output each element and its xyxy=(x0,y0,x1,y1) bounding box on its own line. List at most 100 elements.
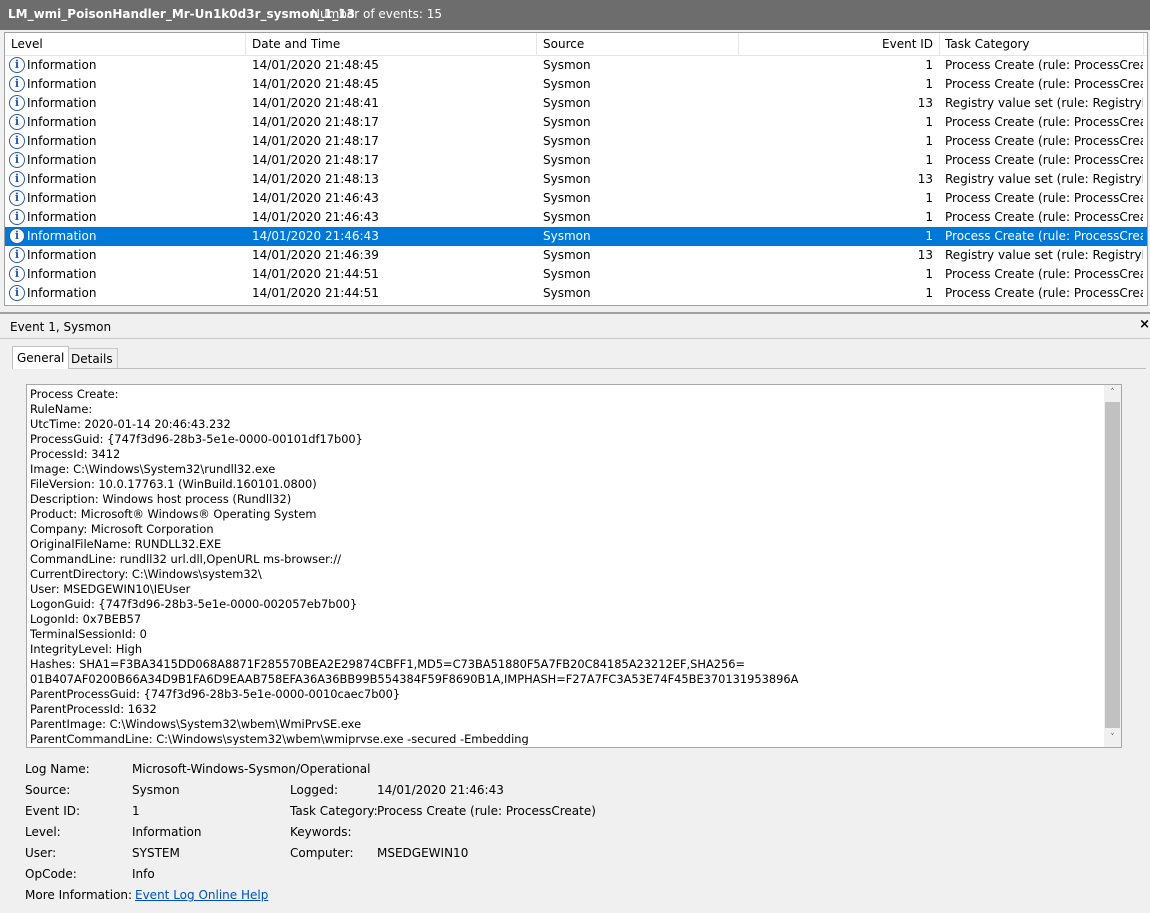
row-event-id: 1 xyxy=(925,210,933,224)
row-level: Information xyxy=(27,172,97,186)
keywords-label: Keywords: xyxy=(290,825,352,839)
level-label: Level: xyxy=(25,825,61,839)
row-source: Sysmon xyxy=(543,191,591,205)
logged-value: 14/01/2020 21:46:43 xyxy=(377,783,504,797)
row-date-time: 14/01/2020 21:46:43 xyxy=(252,229,379,243)
table-row[interactable]: i Information 14/01/2020 21:46:39 Sysmon 13 R… xyxy=(5,246,1147,265)
event-id-value: 1 xyxy=(132,804,140,818)
table-row[interactable]: i Information 14/01/2020 21:48:45 Sysmon 1 Pr… xyxy=(5,56,1147,75)
log-title-bar: LM_wmi_PoisonHandler_Mr-Un1k0d3r_sysmon_… xyxy=(0,0,1150,30)
row-event-id: 13 xyxy=(917,172,933,186)
row-level: Information xyxy=(27,58,97,72)
table-row[interactable]: i Information 14/01/2020 21:46:43 Sysmon 1 Pr… xyxy=(5,189,1147,208)
row-event-id: 1 xyxy=(925,115,933,129)
row-task-category: Process Create (rule: ProcessCreate) xyxy=(945,58,1143,72)
tab-general[interactable]: General xyxy=(12,346,70,369)
table-row[interactable]: i Information 14/01/2020 21:48:45 Sysmon 1 Pr… xyxy=(5,75,1147,94)
column-header-event-id[interactable]: Event ID xyxy=(741,37,933,53)
row-event-id: 1 xyxy=(925,134,933,148)
column-separator[interactable] xyxy=(738,33,739,55)
task-category-label: Task Category: xyxy=(290,804,378,818)
row-event-id: 1 xyxy=(925,229,933,243)
table-row[interactable]: i Information 14/01/2020 21:44:51 Sysmon 1 Pr… xyxy=(5,265,1147,284)
row-date-time: 14/01/2020 21:48:17 xyxy=(252,115,379,129)
row-date-time: 14/01/2020 21:48:45 xyxy=(252,77,379,91)
row-date-time: 14/01/2020 21:46:39 xyxy=(252,248,379,262)
description-line: TerminalSessionId: 0 xyxy=(30,627,147,641)
scroll-down-icon[interactable]: ˅ xyxy=(1104,730,1121,747)
scrollbar-thumb[interactable] xyxy=(1105,402,1120,728)
row-level: Information xyxy=(27,191,97,205)
event-description-box[interactable]: Process Create: RuleName: UtcTime: 2020-01… xyxy=(26,384,1122,748)
row-level: Information xyxy=(27,134,97,148)
row-source: Sysmon xyxy=(543,229,591,243)
information-icon: i xyxy=(9,76,25,92)
information-icon: i xyxy=(9,133,25,149)
column-separator[interactable] xyxy=(1143,33,1144,55)
description-line: ParentProcessId: 1632 xyxy=(30,702,157,716)
row-level: Information xyxy=(27,153,97,167)
event-id-label: Event ID: xyxy=(25,804,81,818)
description-line: CommandLine: rundll32 url.dll,OpenURL ms… xyxy=(30,552,342,566)
information-icon: i xyxy=(9,114,25,130)
column-header-date-time[interactable]: Date and Time xyxy=(252,37,340,53)
row-level: Information xyxy=(27,229,97,243)
description-line: User: MSEDGEWIN10\IEUser xyxy=(30,582,191,596)
scroll-up-icon[interactable]: ˄ xyxy=(1104,385,1121,402)
row-level: Information xyxy=(27,286,97,300)
source-label: Source: xyxy=(25,783,71,797)
table-row[interactable]: i Information 14/01/2020 21:48:17 Sysmon 1 Pr… xyxy=(5,132,1147,151)
row-date-time: 14/01/2020 21:44:51 xyxy=(252,267,379,281)
opcode-label: OpCode: xyxy=(25,867,77,881)
event-detail-pane: Event 1, Sysmon × General Details Proces… xyxy=(0,312,1150,913)
computer-label: Computer: xyxy=(290,846,354,860)
row-source: Sysmon xyxy=(543,210,591,224)
table-row[interactable]: i Information 14/01/2020 21:48:13 Sysmon 13 R… xyxy=(5,170,1147,189)
table-row[interactable]: i Information 14/01/2020 21:48:17 Sysmon 1 Pr… xyxy=(5,151,1147,170)
column-header-task-category[interactable]: Task Category xyxy=(945,37,1030,53)
event-log-online-help-link[interactable]: Event Log Online Help xyxy=(135,888,268,902)
description-line: LogonGuid: {747f3d96-28b3-5e1e-0000-0020… xyxy=(30,597,358,611)
source-value: Sysmon xyxy=(132,783,180,797)
row-source: Sysmon xyxy=(543,77,591,91)
row-task-category: Registry value set (rule: RegistryEve... xyxy=(945,96,1143,110)
event-list[interactable]: Level Date and Time Source Event ID Task… xyxy=(4,32,1148,306)
description-line: CurrentDirectory: C:\Windows\system32\ xyxy=(30,567,262,581)
table-row[interactable]: i Information 14/01/2020 21:44:51 Sysmon 1 Pr… xyxy=(5,284,1147,303)
row-source: Sysmon xyxy=(543,248,591,262)
column-separator[interactable] xyxy=(536,33,537,55)
row-source: Sysmon xyxy=(543,58,591,72)
row-date-time: 14/01/2020 21:46:43 xyxy=(252,210,379,224)
table-row-selected[interactable]: i Information 14/01/2020 21:46:43 Sysmon 1 Pr… xyxy=(5,227,1147,246)
table-row[interactable]: i Information 14/01/2020 21:46:43 Sysmon 1 Pr… xyxy=(5,208,1147,227)
more-information-label: More Information: xyxy=(25,888,133,902)
table-row[interactable]: i Information 14/01/2020 21:48:41 Sysmon 13 R… xyxy=(5,94,1147,113)
row-task-category: Process Create (rule: ProcessCreate) xyxy=(945,77,1143,91)
event-description-text[interactable]: Process Create: RuleName: UtcTime: 2020-01… xyxy=(30,387,1104,745)
vertical-scrollbar[interactable]: ˄ ˅ xyxy=(1104,385,1121,747)
column-separator[interactable] xyxy=(245,33,246,55)
column-header-source[interactable]: Source xyxy=(543,37,584,53)
column-separator[interactable] xyxy=(939,33,940,55)
row-level: Information xyxy=(27,248,97,262)
row-source: Sysmon xyxy=(543,96,591,110)
column-header-level[interactable]: Level xyxy=(11,37,43,53)
event-detail-title: Event 1, Sysmon xyxy=(10,320,112,334)
row-date-time: 14/01/2020 21:48:45 xyxy=(252,58,379,72)
row-source: Sysmon xyxy=(543,267,591,281)
description-line: ParentCommandLine: C:\Windows\system32\w… xyxy=(30,732,529,745)
description-line: ParentImage: C:\Windows\System32\wbem\Wm… xyxy=(30,717,362,731)
description-line: ProcessId: 3412 xyxy=(30,447,121,461)
description-line: Description: Windows host process (Rundl… xyxy=(30,492,292,506)
row-source: Sysmon xyxy=(543,115,591,129)
information-icon: i xyxy=(9,247,25,263)
row-task-category: Process Create (rule: ProcessCreate) xyxy=(945,153,1143,167)
table-row[interactable]: i Information 14/01/2020 21:48:17 Sysmon 1 Pr… xyxy=(5,113,1147,132)
tab-details[interactable]: Details xyxy=(66,348,118,370)
row-event-id: 1 xyxy=(925,286,933,300)
user-value: SYSTEM xyxy=(132,846,180,860)
close-icon[interactable]: × xyxy=(1139,317,1150,332)
description-line: 01B407AF0200B66A34D9B1FA6D9EAAB758EFA36A… xyxy=(30,672,799,686)
row-source: Sysmon xyxy=(543,134,591,148)
description-line: Company: Microsoft Corporation xyxy=(30,522,214,536)
